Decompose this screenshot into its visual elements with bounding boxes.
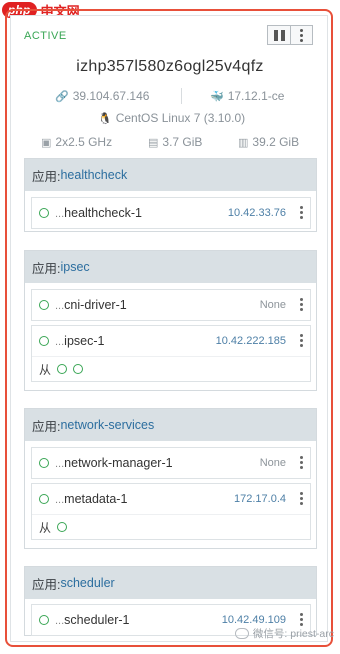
cpu-row: ▣ 2x2.5 GHz: [41, 135, 112, 149]
host-ip: 39.104.67.146: [72, 89, 150, 103]
stack-name-link[interactable]: scheduler: [60, 576, 114, 590]
service-row: ...healthcheck-1 10.42.33.76: [31, 197, 311, 229]
sidekick-row: 从: [32, 356, 310, 381]
stack-prefix: 应用:: [32, 261, 61, 276]
stack-prefix: 应用:: [32, 577, 61, 592]
pause-button[interactable]: [267, 25, 291, 45]
wechat-watermark: 微信号: priest-arc: [234, 626, 334, 641]
docker-version-row: 🐳 17.12.1-ce: [210, 89, 284, 103]
service-name[interactable]: ...ipsec-1: [55, 334, 104, 348]
stack-header: 应用: network-services: [25, 409, 316, 441]
service-ip: 172.17.0.4: [234, 493, 286, 505]
stack-header: 应用: healthcheck: [25, 159, 316, 191]
service-ip: None: [259, 457, 286, 469]
memory-value: 3.7 GiB: [162, 135, 203, 149]
stack-ipsec: 应用: ipsec ...cni-driver-1 None ...ipsec-…: [24, 250, 317, 391]
os-row: 🐧 CentOS Linux 7 (3.10.0): [98, 111, 245, 125]
sidekick-row: 从: [32, 514, 310, 539]
storage-row: ▥ 39.2 GiB: [238, 135, 299, 149]
pause-icon: [273, 29, 285, 41]
host-ip-row: 🔗 39.104.67.146: [55, 89, 149, 103]
service-menu-icon[interactable]: [300, 492, 303, 505]
sidekick-status-icon[interactable]: [57, 522, 68, 532]
service-row: ...cni-driver-1 None: [31, 289, 311, 321]
stack-network-services: 应用: network-services ...network-manager-…: [24, 408, 317, 549]
kebab-icon: [300, 28, 303, 42]
service-row: ...ipsec-1 10.42.222.185 从: [31, 325, 311, 382]
service-menu-icon[interactable]: [300, 456, 303, 469]
memory-icon: ▤: [148, 136, 159, 149]
status-circle-icon: [39, 336, 49, 346]
service-menu-icon[interactable]: [300, 613, 303, 626]
stack-name-link[interactable]: ipsec: [60, 260, 89, 274]
service-menu-icon[interactable]: [300, 298, 303, 311]
service-name[interactable]: ...scheduler-1: [55, 613, 130, 627]
sidekick-status-icon[interactable]: [73, 364, 84, 374]
service-menu-icon[interactable]: [300, 334, 303, 347]
sidekick-label: 从: [39, 520, 52, 535]
service-name[interactable]: ...network-manager-1: [55, 456, 173, 470]
cpu-value: 2x2.5 GHz: [55, 135, 113, 149]
service-row: ...metadata-1 172.17.0.4 从: [31, 483, 311, 540]
docker-icon: 🐳: [210, 90, 224, 103]
service-name[interactable]: ...cni-driver-1: [55, 298, 127, 312]
status-circle-icon: [39, 208, 49, 218]
status-circle-icon: [39, 300, 49, 310]
info-divider: [181, 88, 182, 104]
service-menu-icon[interactable]: [300, 206, 303, 219]
cpu-icon: ▣: [41, 136, 52, 149]
linux-icon: 🐧: [98, 112, 112, 125]
sidekick-label: 从: [39, 362, 52, 377]
stack-name-link[interactable]: healthcheck: [60, 168, 127, 182]
stack-name-link[interactable]: network-services: [60, 418, 154, 432]
service-name[interactable]: ...metadata-1: [55, 492, 127, 506]
stack-healthcheck: 应用: healthcheck ...healthcheck-1 10.42.3…: [24, 158, 317, 232]
host-actions: [267, 25, 313, 45]
storage-icon: ▥: [238, 136, 249, 149]
stack-header: 应用: ipsec: [25, 251, 316, 283]
memory-row: ▤ 3.7 GiB: [148, 135, 202, 149]
wechat-icon: [234, 628, 249, 639]
host-menu-button[interactable]: [291, 25, 313, 45]
host-name[interactable]: izhp357l580z6ogl25v4qfz: [0, 58, 340, 76]
service-ip: 10.42.49.109: [221, 614, 286, 626]
stack-prefix: 应用:: [32, 169, 61, 184]
storage-value: 39.2 GiB: [252, 135, 300, 149]
service-ip: None: [259, 299, 286, 311]
service-ip: 10.42.33.76: [227, 207, 286, 219]
service-ip: 10.42.222.185: [215, 335, 286, 347]
service-row: ...network-manager-1 None: [31, 447, 311, 479]
link-icon: 🔗: [55, 90, 69, 103]
status-circle-icon: [39, 615, 49, 625]
stack-prefix: 应用:: [32, 419, 61, 434]
status-circle-icon: [39, 494, 49, 504]
host-state: ACTIVE: [24, 30, 67, 42]
watermark-text: 微信号: priest-arc: [252, 628, 334, 640]
status-circle-icon: [39, 458, 49, 468]
service-name[interactable]: ...healthcheck-1: [55, 206, 142, 220]
sidekick-status-icon[interactable]: [57, 364, 68, 374]
stack-header: 应用: scheduler: [25, 567, 316, 599]
docker-version: 17.12.1-ce: [227, 89, 285, 103]
os-name: CentOS Linux 7 (3.10.0): [115, 111, 246, 125]
